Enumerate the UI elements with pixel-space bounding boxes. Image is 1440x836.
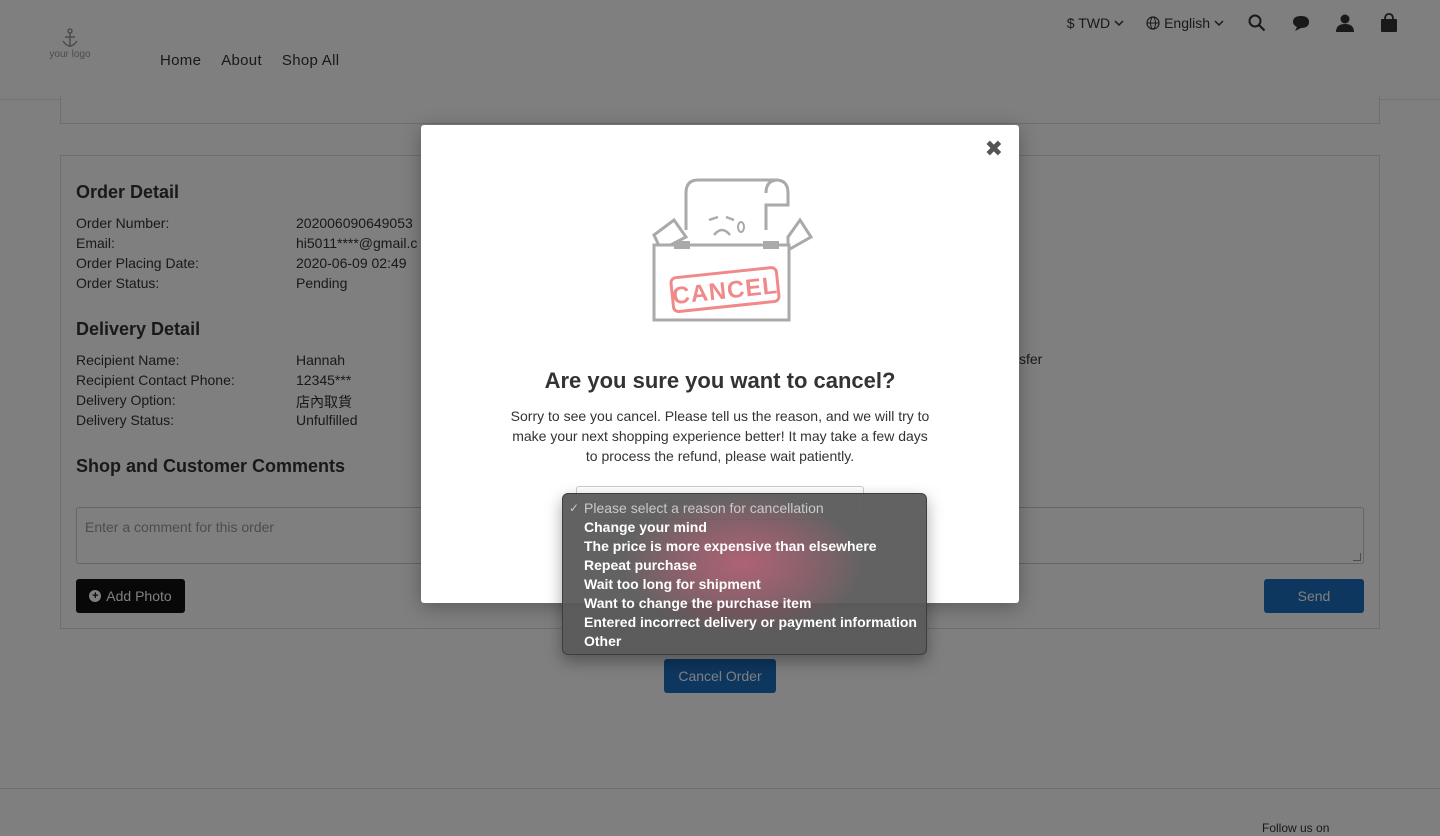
reason-option[interactable]: Entered incorrect delivery or payment in… bbox=[563, 613, 926, 632]
reason-option[interactable]: Repeat purchase bbox=[563, 556, 926, 575]
close-icon[interactable]: ✖ bbox=[985, 136, 1003, 162]
reason-placeholder-option[interactable]: ✓ Please select a reason for cancellatio… bbox=[563, 499, 926, 518]
cancel-reason-dropdown[interactable]: ✓ Please select a reason for cancellatio… bbox=[562, 493, 927, 655]
modal-description: Sorry to see you cancel. Please tell us … bbox=[510, 408, 930, 464]
modal-title: Are you sure you want to cancel? bbox=[544, 368, 896, 393]
reason-placeholder-label: Please select a reason for cancellation bbox=[584, 500, 824, 516]
reason-option[interactable]: Want to change the purchase item bbox=[563, 594, 926, 613]
checkmark-icon: ✓ bbox=[569, 501, 580, 515]
cancel-box-illustration: CANCEL bbox=[652, 178, 814, 322]
reason-option[interactable]: Change your mind bbox=[563, 518, 926, 537]
reason-option[interactable]: The price is more expensive than elsewhe… bbox=[563, 537, 926, 556]
reason-option[interactable]: Other bbox=[563, 632, 926, 651]
reason-option[interactable]: Wait too long for shipment bbox=[563, 575, 926, 594]
